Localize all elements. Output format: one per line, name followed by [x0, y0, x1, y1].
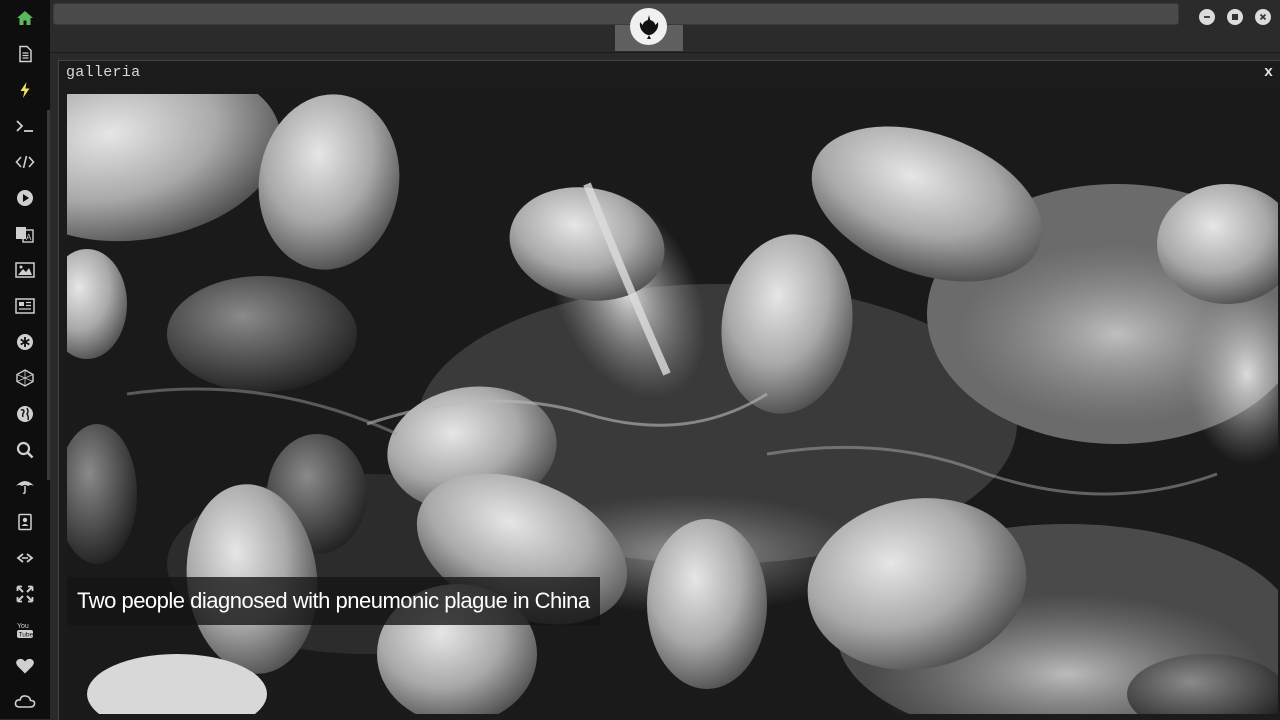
newspaper-icon[interactable]: [14, 295, 36, 317]
code-icon[interactable]: [14, 151, 36, 173]
panel-close-button[interactable]: x: [1264, 64, 1273, 81]
gallery-panel: galleria x Two people diagnosed with pne…: [58, 60, 1280, 720]
rebel-alliance-logo-icon[interactable]: [630, 8, 667, 45]
sidebar-scrollbar[interactable]: [47, 110, 50, 480]
svg-text:Tube: Tube: [19, 632, 34, 639]
image-icon[interactable]: [14, 259, 36, 281]
gallery-caption: Two people diagnosed with pneumonic plag…: [67, 577, 600, 625]
lightning-icon[interactable]: [14, 79, 36, 101]
top-bar: [50, 0, 1280, 53]
heart-icon[interactable]: [14, 655, 36, 677]
home-icon[interactable]: [14, 7, 36, 29]
svg-text:You: You: [17, 623, 29, 630]
play-icon[interactable]: [14, 187, 36, 209]
asterisk-icon[interactable]: [14, 331, 36, 353]
search-icon[interactable]: [14, 439, 36, 461]
youtube-icon[interactable]: You Tube: [14, 619, 36, 641]
hexagon-icon[interactable]: [14, 367, 36, 389]
maximize-button[interactable]: [1227, 9, 1243, 25]
cloud-icon[interactable]: [14, 691, 36, 713]
minimize-button[interactable]: [1199, 9, 1215, 25]
globe-icon[interactable]: [14, 403, 36, 425]
svg-text:A: A: [26, 233, 32, 242]
address-bar[interactable]: [53, 3, 1179, 25]
terminal-icon[interactable]: [14, 115, 36, 137]
sidebar: A You Tube: [0, 0, 50, 719]
panel-title: galleria: [66, 64, 141, 81]
link-icon[interactable]: [14, 547, 36, 569]
expand-icon[interactable]: [14, 583, 36, 605]
umbrella-icon[interactable]: [14, 475, 36, 497]
contact-book-icon[interactable]: [14, 511, 36, 533]
close-window-button[interactable]: [1255, 9, 1271, 25]
document-icon[interactable]: [14, 43, 36, 65]
translate-icon[interactable]: A: [14, 223, 36, 245]
